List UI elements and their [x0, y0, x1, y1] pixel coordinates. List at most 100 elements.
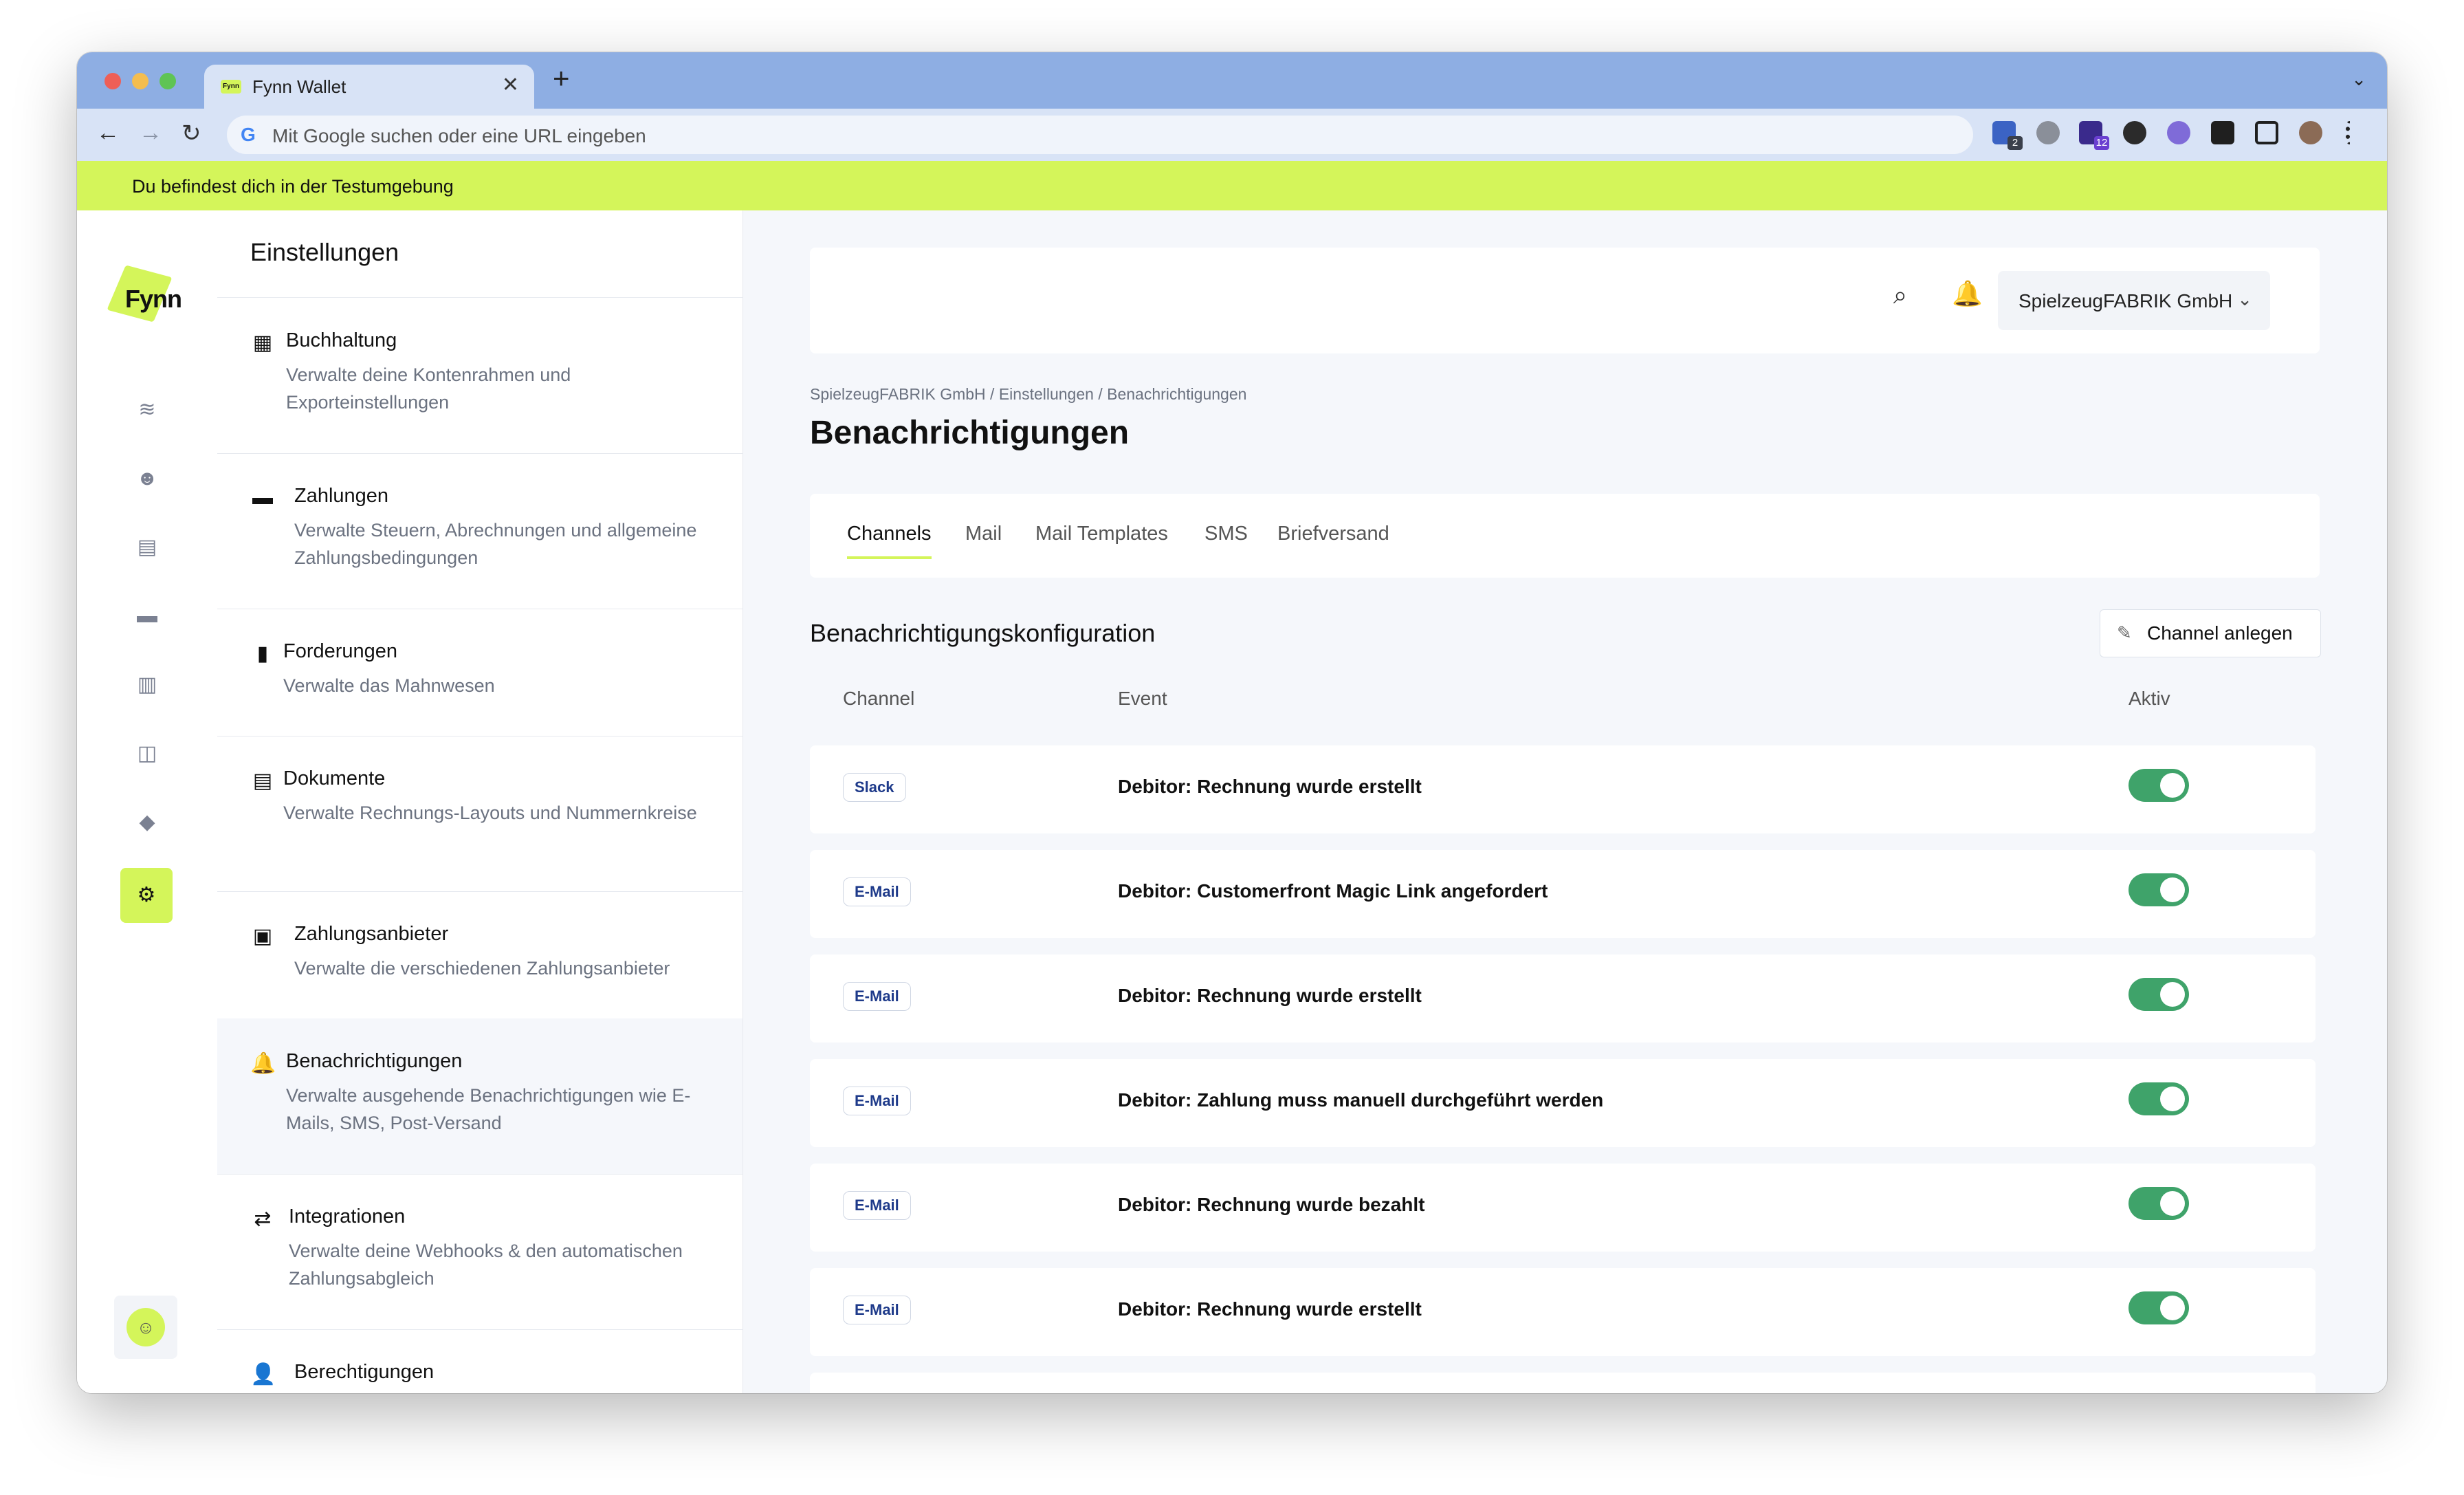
active-toggle[interactable]	[2128, 1187, 2189, 1220]
maximize-window-button[interactable]	[160, 73, 176, 89]
google-icon: G	[241, 124, 256, 145]
graduation-extension-icon[interactable]: 12	[2079, 121, 2109, 150]
company-switcher[interactable]: SpielzeugFABRIK GmbH ⌄	[1998, 271, 2270, 330]
event-label: Debitor: Rechnung wurde erstellt	[1118, 985, 1422, 1006]
notification-bell-icon[interactable]: 🔔	[1952, 279, 1983, 308]
active-toggle[interactable]	[2128, 1082, 2189, 1115]
channel-badge: E-Mail	[843, 1087, 911, 1115]
settings-item-description: Verwalte das Mahnwesen	[283, 675, 495, 696]
channel-badge: E-Mail	[843, 982, 911, 1011]
settings-item-buchhaltung[interactable]: ▦ Buchhaltung Verwalte deine Kontenrahme…	[217, 298, 742, 454]
table-row[interactable]: E-Mail Debitor: Rechnung wurde erstellt	[810, 954, 2316, 1043]
settings-title: Einstellungen	[250, 238, 399, 266]
settings-item-forderungen[interactable]: ▮ Forderungen Verwalte das Mahnwesen	[217, 609, 742, 736]
back-icon[interactable]: ←	[96, 120, 120, 146]
table-row[interactable]	[810, 1373, 2316, 1393]
page-title: Benachrichtigungen	[810, 415, 1130, 451]
toggle-knob	[2160, 877, 2185, 902]
settings-item-berechtigungen[interactable]: 👤 Berechtigungen	[217, 1329, 742, 1393]
top-bar: ⌕ 🔔 SpielzeugFABRIK GmbH ⌄	[810, 248, 2320, 353]
active-toggle[interactable]	[2128, 1291, 2189, 1324]
settings-item-description: Verwalte deine Webhooks & den automatisc…	[289, 1241, 683, 1289]
search-icon[interactable]: ⌕	[1893, 281, 1907, 310]
tab-mail[interactable]: Mail	[965, 523, 1002, 556]
purple-extension-icon[interactable]	[2167, 121, 2190, 144]
app: Fynn ≋ ☻ ▤ ▬ ▥ ◫ ◆ ⚙ ☺ Einstellungen ▦ B…	[77, 210, 2387, 1393]
settings-item-description: Verwalte ausgehende Benachrichtigungen w…	[286, 1085, 691, 1133]
reload-icon[interactable]: ↻	[182, 120, 201, 147]
user-lock-icon: 👤	[250, 1363, 276, 1386]
browser-toolbar: ← → ↻ G Mit Google suchen oder eine URL …	[77, 109, 2387, 162]
active-toggle[interactable]	[2128, 769, 2189, 802]
settings-item-dokumente[interactable]: ▤ Dokumente Verwalte Rechnungs-Layouts u…	[217, 736, 742, 892]
puzzle-icon[interactable]	[2211, 121, 2234, 144]
browser-window: Fynn Fynn Wallet ✕ + ⌄ ← → ↻ G Mit Googl…	[77, 52, 2387, 1393]
sidepanel-icon[interactable]	[2255, 121, 2278, 144]
layers-icon[interactable]: ≋	[126, 389, 168, 430]
channel-badge: Slack	[843, 773, 906, 802]
bitwarden-extension-icon[interactable]: 2	[1992, 121, 2023, 150]
tabs-bar: Channels Mail Mail Templates SMS Briefve…	[810, 494, 2320, 578]
tab-briefversand[interactable]: Briefversand	[1277, 523, 1389, 556]
environment-banner-text: Du befindest dich in der Testumgebung	[132, 176, 454, 197]
invoice-icon: ▮	[256, 642, 269, 665]
tab-search-icon[interactable]: ⌄	[2351, 69, 2366, 90]
channel-badge: E-Mail	[843, 1296, 911, 1324]
tab-mail-templates[interactable]: Mail Templates	[1035, 523, 1168, 556]
tab-channels[interactable]: Channels	[847, 523, 932, 559]
active-toggle[interactable]	[2128, 978, 2189, 1011]
event-label: Debitor: Customerfront Magic Link angefo…	[1118, 880, 1548, 902]
tab-title: Fynn Wallet	[252, 76, 346, 97]
eye-extension-icon[interactable]	[2123, 121, 2146, 144]
new-tab-button[interactable]: +	[553, 62, 570, 95]
column-header-event: Event	[1118, 688, 1167, 709]
customers-icon[interactable]: ☻	[126, 458, 168, 499]
close-window-button[interactable]	[104, 73, 121, 89]
shapes-icon[interactable]: ◆	[126, 802, 168, 843]
settings-item-title: Buchhaltung	[286, 329, 397, 351]
minimize-window-button[interactable]	[132, 73, 148, 89]
calculator-icon: ▦	[252, 331, 273, 354]
integration-icon: ⇄	[254, 1208, 272, 1230]
gear-icon[interactable]: ⚙	[120, 868, 173, 923]
ledger-icon[interactable]: ▤	[126, 527, 168, 568]
table-row[interactable]: E-Mail Debitor: Zahlung muss manuell dur…	[810, 1059, 2316, 1147]
table-row[interactable]: E-Mail Debitor: Customerfront Magic Link…	[810, 850, 2316, 938]
table-row[interactable]: E-Mail Debitor: Rechnung wurde erstellt	[810, 1268, 2316, 1356]
toggle-knob	[2160, 982, 2185, 1007]
column-header-channel: Channel	[843, 688, 915, 709]
profile-avatar[interactable]	[2299, 121, 2322, 144]
settings-item-zahlungsanbieter[interactable]: ▣ Zahlungsanbieter Verwalte die verschie…	[217, 891, 742, 1019]
user-menu[interactable]: ☺	[114, 1296, 177, 1359]
settings-item-title: Dokumente	[283, 767, 386, 789]
tab-strip: Fynn Fynn Wallet ✕ + ⌄	[77, 52, 2387, 109]
wallet-icon[interactable]: ▬	[126, 596, 168, 637]
settings-panel: Einstellungen ▦ Buchhaltung Verwalte dei…	[217, 210, 743, 1393]
add-channel-button[interactable]: ✎ Channel anlegen	[2100, 609, 2321, 657]
settings-item-zahlungen[interactable]: ▬ Zahlungen Verwalte Steuern, Abrechnung…	[217, 453, 742, 609]
table-row[interactable]: Slack Debitor: Rechnung wurde erstellt	[810, 745, 2316, 833]
favicon-icon: Fynn	[221, 80, 241, 94]
products-icon[interactable]: ◫	[126, 733, 168, 774]
document-icon[interactable]: ▥	[126, 664, 168, 706]
address-placeholder[interactable]: Mit Google suchen oder eine URL eingeben	[272, 125, 646, 147]
toggle-knob	[2160, 1191, 2185, 1216]
address-bar[interactable]: G Mit Google suchen oder eine URL eingeb…	[227, 116, 1973, 154]
table-row[interactable]: E-Mail Debitor: Rechnung wurde bezahlt	[810, 1164, 2316, 1252]
settings-item-title: Benachrichtigungen	[286, 1050, 463, 1072]
settings-item-benachrichtigungen[interactable]: 🔔 Benachrichtigungen Verwalte ausgehende…	[217, 1018, 742, 1175]
channel-badge: E-Mail	[843, 877, 911, 906]
fynn-logo[interactable]: Fynn	[107, 265, 182, 325]
main-content: ⌕ 🔔 SpielzeugFABRIK GmbH ⌄ SpielzeugFABR…	[742, 210, 2387, 1393]
add-channel-label: Channel anlegen	[2147, 622, 2293, 644]
settings-item-integrationen[interactable]: ⇄ Integrationen Verwalte deine Webhooks …	[217, 1174, 742, 1330]
event-label: Debitor: Rechnung wurde bezahlt	[1118, 1194, 1425, 1215]
close-tab-icon[interactable]: ✕	[502, 73, 519, 97]
menu-icon[interactable]	[2346, 121, 2355, 144]
forward-icon[interactable]: →	[139, 120, 162, 146]
tab-sms[interactable]: SMS	[1204, 523, 1248, 556]
browser-tab[interactable]: Fynn Fynn Wallet ✕	[204, 65, 534, 109]
settings-item-description: Verwalte die verschiedenen Zahlungsanbie…	[294, 958, 670, 979]
active-toggle[interactable]	[2128, 873, 2189, 906]
privacy-extension-icon[interactable]	[2036, 121, 2060, 144]
